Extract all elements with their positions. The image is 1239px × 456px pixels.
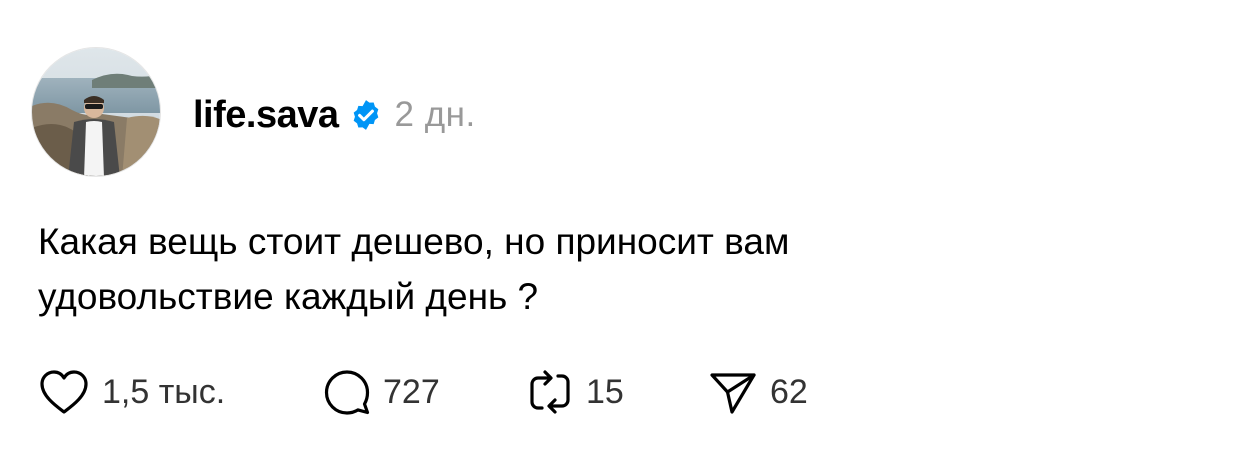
like-count: 1,5 тыс. (102, 372, 226, 411)
repost-icon (526, 368, 574, 416)
verified-badge-icon (349, 98, 383, 132)
reply-count: 727 (383, 372, 440, 411)
heart-icon (38, 368, 90, 416)
share-count: 62 (770, 372, 808, 411)
share-button[interactable]: 62 (708, 368, 808, 416)
repost-button[interactable]: 15 (526, 368, 708, 416)
post-timestamp: 2 дн. (394, 95, 476, 134)
comment-icon (323, 368, 371, 416)
post-text: Какая вещь стоит дешево, но приносит вам… (38, 214, 1138, 324)
post-text-line: Какая вещь стоит дешево, но приносит вам (38, 221, 790, 262)
repost-count: 15 (586, 372, 624, 411)
avatar-photo (32, 48, 160, 176)
thread-post: life.sava 2 дн. Какая вещь стоит дешево,… (0, 0, 1239, 456)
username[interactable]: life.sava (193, 94, 339, 137)
post-text-line: удовольствие каждый день ? (38, 276, 539, 317)
post-actions: 1,5 тыс. 727 15 62 (38, 364, 808, 420)
post-header: life.sava 2 дн. (193, 90, 476, 140)
avatar[interactable] (31, 47, 161, 177)
like-button[interactable]: 1,5 тыс. (38, 368, 323, 416)
reply-button[interactable]: 727 (323, 368, 526, 416)
send-icon (708, 368, 758, 416)
